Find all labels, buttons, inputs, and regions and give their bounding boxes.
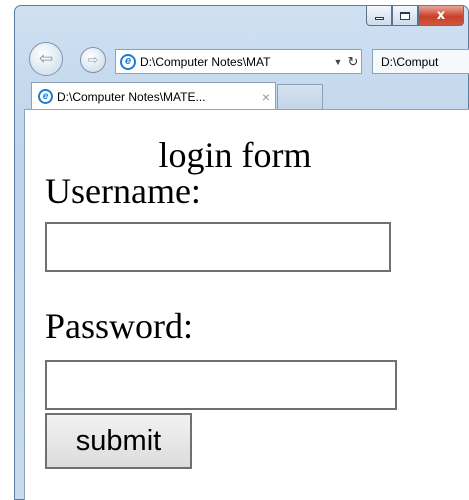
refresh-icon[interactable]: ↻: [345, 54, 361, 70]
new-tab-button[interactable]: [277, 84, 323, 110]
tab-close-icon[interactable]: ×: [257, 89, 275, 105]
minimize-button[interactable]: [366, 6, 392, 26]
tab-label: D:\Computer Notes\MATE...: [57, 89, 206, 104]
window-caption-buttons: x: [366, 6, 464, 28]
forward-arrow-icon: ⇨: [87, 52, 99, 68]
back-button[interactable]: ⇦: [29, 42, 63, 76]
close-icon: x: [436, 8, 446, 23]
username-label: Username:: [45, 171, 201, 211]
internet-explorer-icon: e: [120, 53, 136, 70]
address-text[interactable]: D:\Computer Notes\MAT: [140, 55, 331, 69]
maximize-button[interactable]: [392, 6, 418, 26]
back-arrow-icon: ⇦: [38, 49, 54, 69]
browser-window: x ⇦ ⇨ e D:\Computer Notes\MAT ▼ ↻ D:\Com…: [14, 5, 469, 500]
chevron-down-icon[interactable]: ▼: [331, 57, 345, 67]
password-input[interactable]: [45, 360, 397, 410]
page-content: login form Username: Password: submit: [24, 109, 469, 500]
submit-button[interactable]: submit: [45, 413, 192, 469]
username-input[interactable]: [45, 222, 391, 272]
maximize-icon: [400, 11, 410, 20]
tab-active[interactable]: e D:\Computer Notes\MATE... ×: [31, 82, 276, 110]
internet-explorer-icon: e: [38, 89, 53, 104]
secondary-address-field[interactable]: D:\Comput: [372, 49, 469, 74]
minimize-icon: [374, 17, 384, 20]
close-window-button[interactable]: x: [418, 6, 464, 26]
forward-button[interactable]: ⇨: [80, 47, 106, 73]
password-label: Password:: [45, 306, 194, 346]
address-bar[interactable]: e D:\Computer Notes\MAT ▼ ↻: [115, 49, 362, 74]
